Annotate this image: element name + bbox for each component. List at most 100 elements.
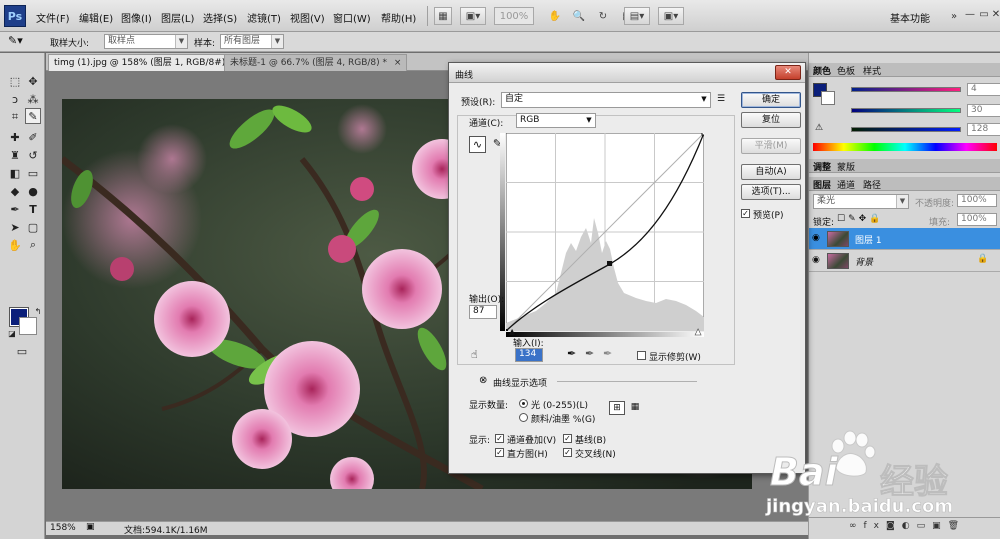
expand-options-icon[interactable]: ⊗ (479, 375, 487, 386)
eyedropper-tool-icon[interactable]: ✎ (25, 108, 41, 124)
dodge-tool-icon[interactable]: ● (25, 183, 41, 199)
preview-checkbox[interactable]: ✓ (741, 209, 750, 218)
tab-adjustments[interactable]: 调整 (813, 160, 831, 173)
blue-value-field[interactable]: 128 (967, 123, 1000, 136)
quick-mask-icon[interactable]: ▭ (14, 343, 30, 359)
default-colors-icon[interactable]: ◪ (4, 325, 20, 341)
menu-filter[interactable]: 滤镜(T) (247, 10, 281, 25)
shape-tool-icon[interactable]: ▢ (25, 219, 41, 235)
zoom-level-field[interactable]: 100% (494, 7, 534, 25)
swap-colors-icon[interactable]: ↰ (30, 303, 46, 319)
preset-options-icon[interactable]: ☰ (717, 94, 725, 104)
input-field[interactable]: 134 (515, 348, 543, 362)
mini-bridge-icon[interactable]: ▣▾ (460, 7, 486, 25)
layer-name[interactable]: 图层 1 (855, 233, 882, 246)
fill-field[interactable]: 100% (957, 213, 997, 226)
red-slider[interactable] (851, 87, 961, 92)
menu-edit[interactable]: 编辑(E) (79, 10, 113, 25)
menu-view[interactable]: 视图(V) (290, 10, 325, 25)
healing-brush-icon[interactable]: ✚ (7, 129, 23, 145)
pen-tool-icon[interactable]: ✒ (7, 201, 23, 217)
detailed-grid-icon[interactable]: ▦ (627, 401, 643, 415)
white-eyedropper-icon[interactable]: ✒ (603, 347, 612, 360)
channel-overlays-checkbox[interactable]: ✓ (495, 434, 504, 443)
lasso-tool-icon[interactable]: ↄ (7, 91, 23, 107)
zoom-icon[interactable]: 🔍 (570, 7, 588, 25)
color-spectrum-bar[interactable] (813, 143, 997, 151)
type-tool-icon[interactable]: T (25, 201, 41, 217)
lock-icons[interactable]: ☐✎✥🔒 (837, 214, 883, 224)
tab-untitled[interactable]: 未标题-1 @ 66.7% (图层 4, RGB/8) * × (224, 54, 408, 71)
black-eyedropper-icon[interactable]: ✒ (567, 347, 576, 360)
simple-grid-icon[interactable]: ⊞ (609, 401, 625, 415)
output-field[interactable]: 87 (469, 305, 497, 319)
workspace-switcher[interactable]: 基本功能 (890, 10, 930, 25)
close-dialog-icon[interactable]: ✕ (775, 65, 801, 80)
gray-eyedropper-icon[interactable]: ✒ (585, 347, 594, 360)
tab-styles[interactable]: 样式 (863, 64, 881, 77)
panel-bg-color-swatch[interactable] (821, 91, 835, 105)
layer-name[interactable]: 背景 (855, 255, 873, 268)
sample-select[interactable]: 所有图层 ▼ (220, 34, 284, 49)
clone-stamp-icon[interactable]: ♜ (7, 147, 23, 163)
menu-select[interactable]: 选择(S) (203, 10, 237, 25)
zoom-tool-icon[interactable]: ⌕ (25, 237, 41, 253)
white-point-slider-icon[interactable]: ▲ (695, 327, 702, 337)
red-value-field[interactable]: 4 (967, 83, 1000, 96)
blue-slider[interactable] (851, 127, 961, 132)
arrange-documents-icon[interactable]: ▤▾ (624, 7, 650, 25)
magic-wand-icon[interactable]: ⁂ (25, 91, 41, 107)
options-button[interactable]: 选项(T)... (741, 184, 801, 200)
curve-point-tool-icon[interactable]: ∿ (469, 136, 486, 153)
gamut-warning-icon[interactable]: ⚠ (815, 123, 823, 133)
menu-layer[interactable]: 图层(L) (161, 10, 194, 25)
smooth-button[interactable]: 平滑(M) (741, 138, 801, 154)
tab-masks[interactable]: 蒙版 (837, 160, 855, 173)
eraser-tool-icon[interactable]: ◧ (7, 165, 23, 181)
pigment-radio[interactable] (519, 413, 528, 422)
histogram-checkbox[interactable]: ✓ (495, 448, 504, 457)
baseline-checkbox[interactable]: ✓ (563, 434, 572, 443)
hand-tool-icon[interactable]: ✋ (7, 237, 23, 253)
tab-channels[interactable]: 通道 (837, 178, 855, 191)
tab-color[interactable]: 颜色 (813, 64, 831, 77)
tab-layers[interactable]: 图层 (813, 178, 831, 191)
green-value-field[interactable]: 30 (967, 104, 1000, 117)
tab-timg[interactable]: timg (1).jpg @ 158% (图层 1, RGB/8#) * × (48, 54, 254, 71)
light-radio[interactable] (519, 399, 528, 408)
status-zoom[interactable]: 158% (50, 523, 76, 533)
status-menu-icon[interactable]: ▣ (86, 522, 95, 532)
tab-swatches[interactable]: 色板 (837, 64, 855, 77)
auto-button[interactable]: 自动(A) (741, 164, 801, 180)
bridge-icon[interactable]: ▦ (434, 7, 452, 25)
opacity-field[interactable]: 100% (957, 194, 997, 207)
blur-tool-icon[interactable]: ◆ (7, 183, 23, 199)
channel-select[interactable]: RGB ▼ (516, 113, 596, 128)
path-selection-icon[interactable]: ➤ (7, 219, 23, 235)
workspace-dropdown-icon[interactable]: » (946, 10, 962, 24)
menu-window[interactable]: 窗口(W) (333, 10, 371, 25)
sample-size-select[interactable]: 取样点 ▼ (104, 34, 188, 49)
blend-mode-select[interactable]: 柔光 ▼ (813, 194, 909, 209)
close-tab-icon[interactable]: × (394, 58, 402, 68)
menu-file[interactable]: 文件(F) (36, 10, 70, 25)
close-window-icon[interactable]: ✕ (988, 8, 1000, 22)
background-color-swatch[interactable] (19, 317, 37, 335)
screen-mode-icon[interactable]: ▣▾ (658, 7, 684, 25)
history-brush-icon[interactable]: ↺ (25, 147, 41, 163)
preset-select[interactable]: 自定 ▼ (501, 92, 711, 108)
brush-tool-icon[interactable]: ✐ (25, 129, 41, 145)
on-image-adjust-icon[interactable]: ☝ (471, 348, 478, 361)
move-tool-icon[interactable]: ✥ (25, 73, 41, 89)
rotate-view-icon[interactable]: ↻ (594, 7, 612, 25)
black-point-slider-icon[interactable]: ▲ (509, 327, 515, 336)
intersection-checkbox[interactable]: ✓ (563, 448, 572, 457)
show-clipping-checkbox[interactable] (637, 351, 646, 360)
visibility-eye-icon[interactable]: ◉ (812, 255, 820, 265)
visibility-eye-icon[interactable]: ◉ (812, 233, 820, 243)
menu-image[interactable]: 图像(I) (121, 10, 152, 25)
gradient-tool-icon[interactable]: ▭ (25, 165, 41, 181)
ok-button[interactable]: 确定 (741, 92, 801, 108)
menu-help[interactable]: 帮助(H) (381, 10, 416, 25)
eyedropper-preset-icon[interactable]: ✎▾ (8, 34, 23, 47)
